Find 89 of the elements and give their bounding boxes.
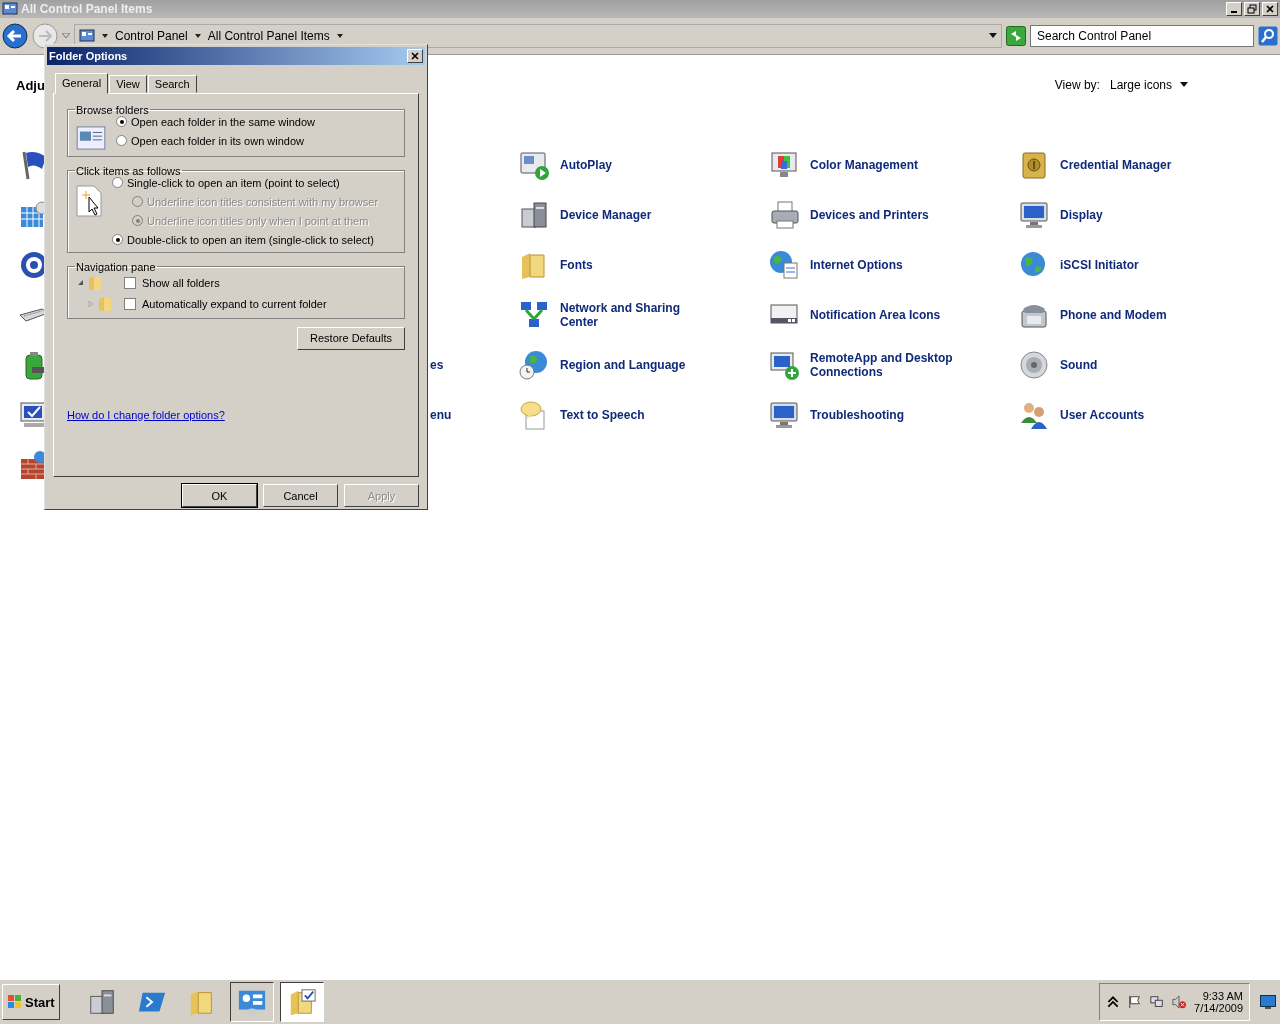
monitor-play-icon[interactable]	[518, 149, 550, 181]
item-link[interactable]: Credential Manager	[1060, 158, 1172, 172]
breadcrumb[interactable]: All Control Panel Items	[207, 29, 330, 43]
help-link[interactable]: How do I change folder options?	[67, 408, 225, 421]
minimize-button[interactable]	[1226, 2, 1242, 16]
collapse-arrow-icon	[78, 279, 84, 286]
tab[interactable]: Search	[147, 74, 197, 93]
item-link[interactable]: RemoteApp and Desktop Connections	[810, 351, 970, 379]
item-link[interactable]: Sound	[1060, 358, 1098, 372]
radio-option[interactable]: Open each folder in its own window	[116, 134, 316, 147]
window-illustration-icon	[76, 125, 106, 150]
close-icon	[410, 50, 420, 61]
item-link[interactable]: Troubleshooting	[810, 408, 904, 422]
item-link[interactable]: Device Manager	[560, 208, 652, 222]
address-bar[interactable]: Control Panel All Control Panel Items	[74, 24, 1002, 48]
expand-arrow-icon	[88, 300, 94, 307]
start-button[interactable]: Start	[2, 984, 60, 1020]
group-title: Click items as follows	[75, 164, 182, 177]
dialog-title: Folder Options	[49, 49, 128, 62]
item-link[interactable]: Color Management	[810, 158, 918, 172]
item-link[interactable]: Text to Speech	[560, 408, 645, 422]
globe-clock-icon[interactable]	[518, 349, 550, 381]
flag-icon[interactable]	[1128, 995, 1143, 1009]
close-button[interactable]	[1262, 2, 1278, 16]
control-panel-icon	[79, 28, 95, 44]
tab[interactable]: General	[55, 72, 109, 94]
breadcrumb[interactable]: Control Panel	[115, 29, 188, 43]
ok-button[interactable]: OK	[182, 484, 257, 507]
speaker-muted-icon[interactable]	[1172, 995, 1187, 1009]
folder-icon	[88, 274, 102, 291]
show-desktop-icon[interactable]	[1260, 995, 1276, 1009]
item-link[interactable]: Devices and Printers	[810, 208, 929, 222]
clock-time[interactable]: 9:33 AM	[1202, 990, 1243, 1002]
radio-option[interactable]: Open each folder in the same window	[116, 115, 316, 128]
item-link[interactable]: User Accounts	[1060, 408, 1145, 422]
page-heading: Adju	[16, 77, 45, 93]
search-icon[interactable]	[1258, 26, 1278, 46]
restore-defaults-button[interactable]: Restore Defaults	[297, 326, 405, 350]
caret-icon[interactable]	[1180, 82, 1188, 88]
computer-icon[interactable]	[518, 199, 550, 231]
tab[interactable]: View	[109, 74, 147, 93]
close-icon	[1265, 4, 1275, 14]
radio-option[interactable]: Double-click to open an item (single-click to select)	[112, 233, 379, 246]
checkbox-option[interactable]: Show all folders	[124, 276, 220, 289]
control-panel-icon	[2, 1, 18, 17]
group-title: Browse folders	[75, 103, 150, 116]
item-link[interactable]: AutoPlay	[560, 158, 612, 172]
item-link[interactable]: enu	[430, 408, 452, 422]
monitor-icon[interactable]	[768, 399, 800, 431]
caret-icon[interactable]	[101, 33, 109, 39]
item-link[interactable]: es	[430, 358, 444, 372]
monitor-icon[interactable]	[1018, 199, 1050, 231]
globe-document-icon[interactable]	[768, 249, 800, 281]
caret-icon[interactable]	[335, 33, 344, 39]
refresh-button[interactable]	[1006, 26, 1026, 46]
speaker-icon[interactable]	[1018, 349, 1050, 381]
dropdown-caret-icon[interactable]	[989, 33, 997, 39]
search-field[interactable]: Search Control Panel	[1030, 25, 1254, 47]
folder-icon	[98, 295, 112, 312]
item-link[interactable]: Phone and Modem	[1060, 308, 1167, 322]
radio-option[interactable]: Single-click to open an item (point to select)	[112, 176, 379, 189]
monitor-arrows-icon[interactable]	[768, 349, 800, 381]
back-button[interactable]	[2, 23, 28, 49]
item-link[interactable]: Network and Sharing Center	[560, 301, 720, 329]
control-panel-icon[interactable]	[229, 982, 274, 1022]
view-by-label: View by:	[1054, 78, 1100, 92]
restore-icon	[1247, 4, 1257, 14]
group-title: Navigation pane	[75, 260, 157, 273]
checkbox-option[interactable]: Automatically expand to current folder	[124, 297, 327, 310]
chevron-icon[interactable]	[1106, 995, 1121, 1009]
item-link[interactable]: Fonts	[560, 258, 593, 272]
printer-icon[interactable]	[768, 199, 800, 231]
cancel-button[interactable]: Cancel	[263, 484, 338, 507]
item-link[interactable]: Display	[1060, 208, 1103, 222]
network-icon[interactable]	[1150, 995, 1165, 1009]
item-link[interactable]: Internet Options	[810, 258, 903, 272]
item-link[interactable]: Region and Language	[560, 358, 686, 372]
windows-logo-icon	[7, 994, 23, 1010]
view-by-dropdown[interactable]: Large icons	[1109, 78, 1172, 92]
clock-date[interactable]: 7/14/2009	[1194, 1002, 1243, 1014]
restore-button[interactable]	[1244, 2, 1260, 16]
item-link[interactable]: Notification Area Icons	[810, 308, 941, 322]
document-cursor-icon	[76, 184, 102, 217]
minimize-icon	[1231, 11, 1237, 13]
item-link[interactable]: iSCSI Initiator	[1060, 258, 1139, 272]
caret-icon[interactable]	[193, 33, 202, 39]
close-button[interactable]	[407, 48, 423, 63]
window-title: All Control Panel Items	[21, 2, 153, 16]
folder-options-icon[interactable]	[279, 982, 324, 1022]
